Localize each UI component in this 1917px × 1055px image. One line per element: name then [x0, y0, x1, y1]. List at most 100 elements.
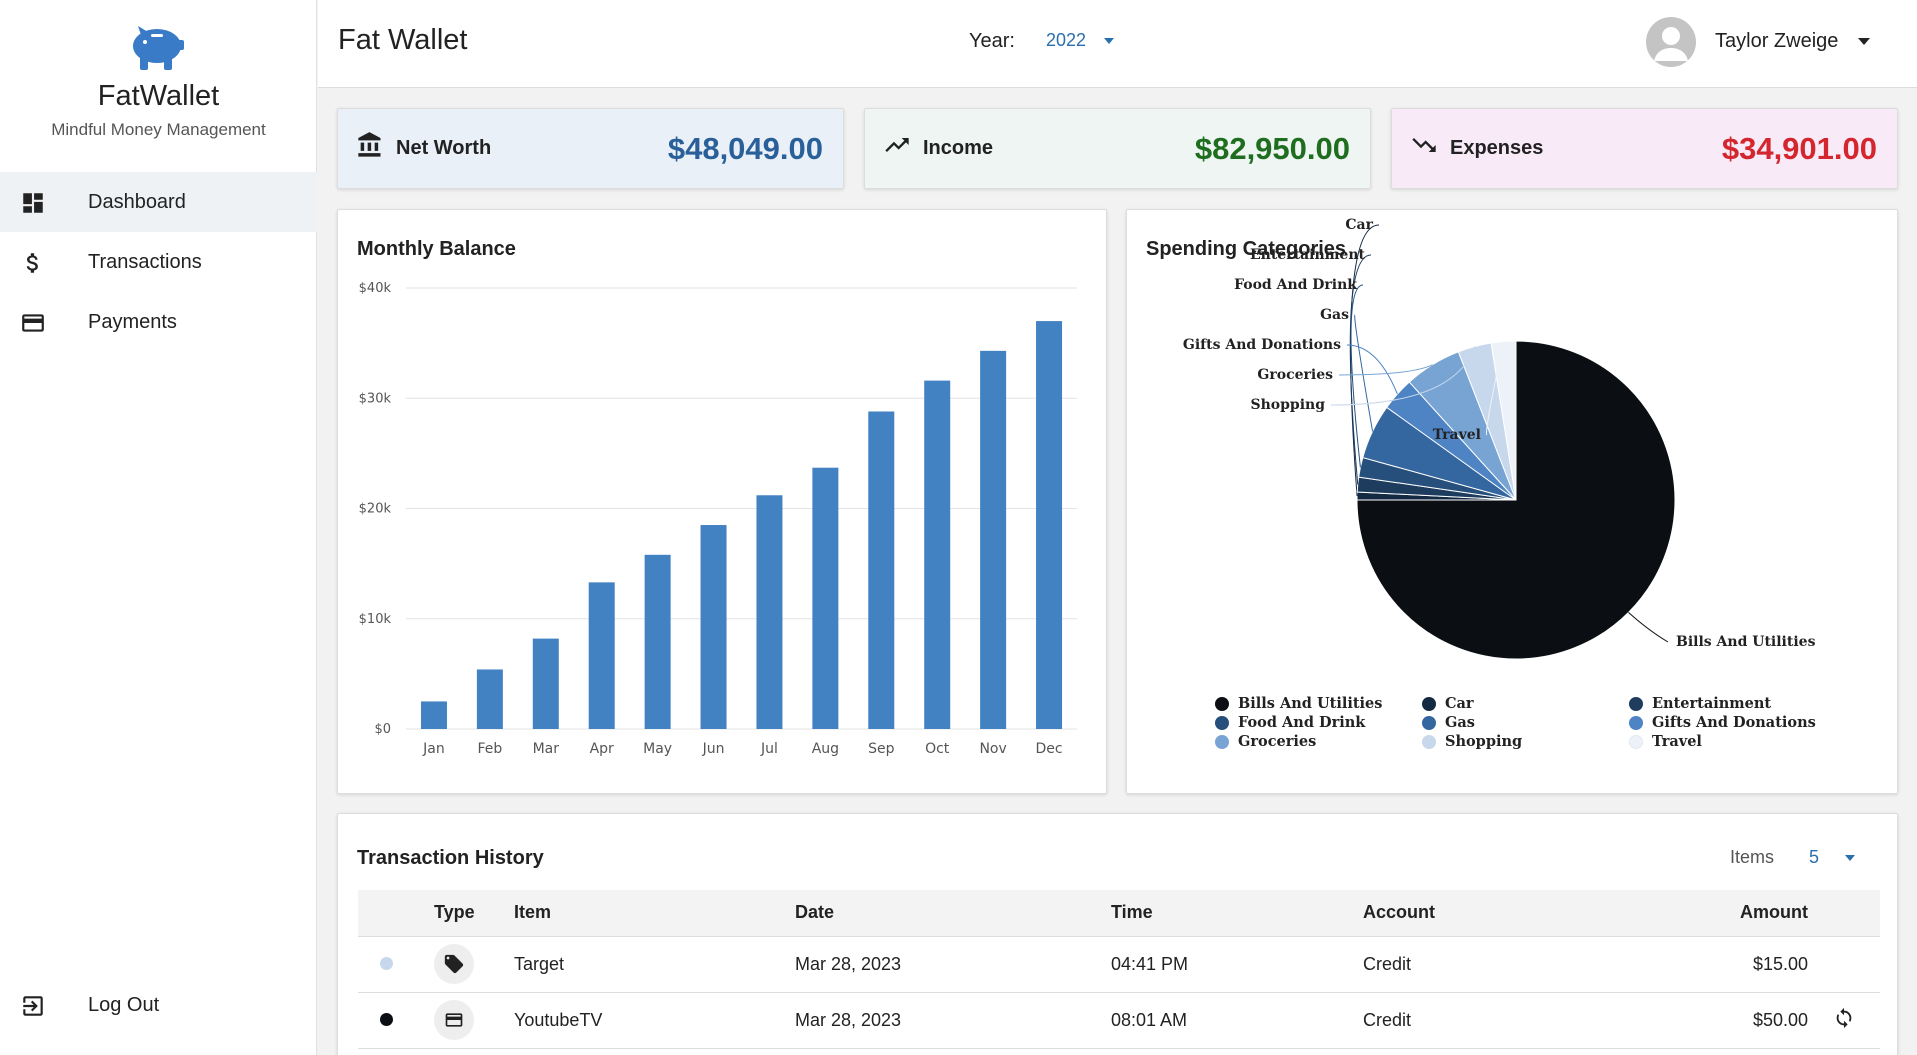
legend-item[interactable]: Gifts And Donations — [1629, 713, 1835, 732]
pie-slice-label: Shopping — [1251, 397, 1326, 413]
legend-item[interactable]: Entertainment — [1629, 694, 1835, 713]
tag-icon — [434, 944, 474, 984]
nav-item-transactions[interactable]: Transactions — [0, 232, 317, 292]
legend-swatch — [1215, 734, 1229, 749]
bank-icon — [358, 132, 381, 157]
pie-slice-label: Gas — [1320, 307, 1349, 323]
bar[interactable] — [700, 525, 727, 729]
column-header-time: Time — [1111, 890, 1363, 937]
bar[interactable] — [532, 638, 559, 729]
user-menu[interactable]: Taylor Zweige — [1715, 30, 1838, 53]
table-row[interactable]: YoutubeTV Mar 28, 2023 08:01 AM Credit $… — [358, 992, 1880, 1049]
pie-slice-label: Bills And Utilities — [1676, 634, 1816, 650]
items-per-page-select[interactable]: 5 — [1809, 847, 1819, 868]
year-select[interactable]: 2022 — [1046, 30, 1086, 51]
brand-tagline: Mindful Money Management — [51, 120, 266, 139]
column-header-account: Account — [1363, 890, 1602, 937]
column-header-date: Date — [795, 890, 1111, 937]
legend-item[interactable]: Shopping — [1422, 732, 1629, 751]
legend-label: Car — [1445, 695, 1474, 712]
pie-leader-line — [1346, 344, 1398, 395]
income-value: $82,950.00 — [1194, 131, 1350, 166]
dashboard-icon — [23, 193, 43, 213]
bar[interactable] — [868, 411, 895, 729]
nav-label-dashboard: Dashboard — [88, 190, 186, 213]
bar[interactable] — [420, 701, 447, 729]
bar[interactable] — [588, 582, 615, 729]
legend-item[interactable]: Food And Drink — [1215, 713, 1422, 732]
legend-swatch — [1629, 715, 1643, 730]
y-tick-label: $0 — [374, 722, 391, 737]
legend-item[interactable]: Gas — [1422, 713, 1629, 732]
legend-item[interactable]: Bills And Utilities — [1215, 694, 1422, 713]
bar[interactable] — [644, 554, 671, 729]
legend-label: Entertainment — [1652, 695, 1772, 712]
x-tick-label: Apr — [590, 741, 614, 757]
y-tick-label: $10k — [359, 612, 392, 627]
transaction-amount: $50.00 — [1602, 992, 1808, 1049]
items-per-page-caret-icon[interactable] — [1845, 855, 1855, 861]
legend-swatch — [1422, 734, 1436, 749]
column-header-actions — [1808, 890, 1880, 937]
legend-swatch — [1629, 696, 1643, 711]
transaction-time: 08:01 AM — [1111, 992, 1363, 1049]
legend-label: Gifts And Donations — [1652, 714, 1816, 731]
category-color-dot — [380, 956, 393, 970]
net-worth-label: Net Worth — [396, 137, 492, 159]
column-header-amount: Amount — [1602, 890, 1808, 937]
nav-label-payments: Payments — [88, 310, 177, 333]
trending-up-icon — [885, 138, 909, 152]
legend-swatch — [1629, 734, 1643, 749]
transaction-date: Mar 28, 2023 — [795, 992, 1111, 1049]
pie-legend: Bills And Utilities Car Entertainment Food … — [1215, 694, 1835, 751]
x-tick-label: May — [643, 741, 672, 757]
x-tick-label: Oct — [925, 741, 950, 757]
legend-label: Groceries — [1238, 733, 1317, 750]
category-color-dot — [380, 1012, 393, 1026]
bar[interactable] — [476, 669, 503, 729]
x-tick-label: Aug — [812, 741, 839, 757]
bar[interactable] — [924, 380, 951, 729]
brand-name: FatWallet — [97, 80, 220, 112]
pie-slice-label: Groceries — [1257, 367, 1333, 383]
expenses-label: Expenses — [1450, 137, 1544, 159]
monthly-balance-panel: Monthly Balance $0 $10k $20k $30k $40k Jan Feb… — [337, 209, 1107, 794]
x-tick-label: Sep — [868, 741, 895, 757]
income-card: Income $82,950.00 — [864, 108, 1371, 189]
transaction-time: 04:41 PM — [1111, 936, 1363, 993]
table-row[interactable]: Target Mar 28, 2023 04:41 PM Credit $15.… — [358, 936, 1880, 993]
legend-item[interactable]: Car — [1422, 694, 1629, 713]
bar[interactable] — [812, 467, 839, 729]
column-header-category — [358, 890, 434, 937]
transaction-history-title: Transaction History — [357, 847, 544, 869]
transaction-account: Credit — [1363, 936, 1602, 993]
transaction-date: Mar 28, 2023 — [795, 936, 1111, 993]
year-dropdown-caret-icon[interactable] — [1104, 38, 1114, 44]
credit-card-icon — [434, 1000, 474, 1040]
column-header-type: Type — [434, 890, 514, 937]
net-worth-card: Net Worth $48,049.00 — [337, 108, 844, 189]
avatar[interactable] — [1646, 17, 1696, 67]
transaction-amount: $15.00 — [1602, 936, 1808, 993]
logout-button[interactable]: Log Out — [0, 975, 317, 1035]
bar[interactable] — [756, 495, 783, 729]
legend-item[interactable]: Groceries — [1215, 732, 1422, 751]
legend-item[interactable]: Travel — [1629, 732, 1835, 751]
legend-swatch — [1215, 696, 1229, 711]
user-menu-caret-icon[interactable] — [1858, 38, 1870, 45]
transaction-table: Type Item Date Time Account Amount Targe… — [358, 890, 1880, 1049]
credit-card-icon — [22, 314, 44, 332]
spending-categories-panel: Spending Categories Bills And Utilities C… — [1126, 209, 1898, 794]
legend-label: Gas — [1445, 714, 1475, 731]
nav-item-payments[interactable]: Payments — [0, 292, 317, 352]
legend-label: Shopping — [1445, 733, 1523, 750]
nav-label-transactions: Transactions — [88, 250, 202, 273]
nav-item-dashboard[interactable]: Dashboard — [0, 172, 317, 232]
table-header-row: Type Item Date Time Account Amount — [358, 890, 1880, 937]
sync-icon[interactable] — [1833, 1007, 1855, 1029]
transaction-item: Target — [514, 936, 795, 993]
x-tick-label: Nov — [979, 741, 1006, 757]
bar[interactable] — [1036, 321, 1063, 729]
pie-slice-label: Car — [1345, 217, 1373, 233]
bar[interactable] — [980, 350, 1007, 729]
